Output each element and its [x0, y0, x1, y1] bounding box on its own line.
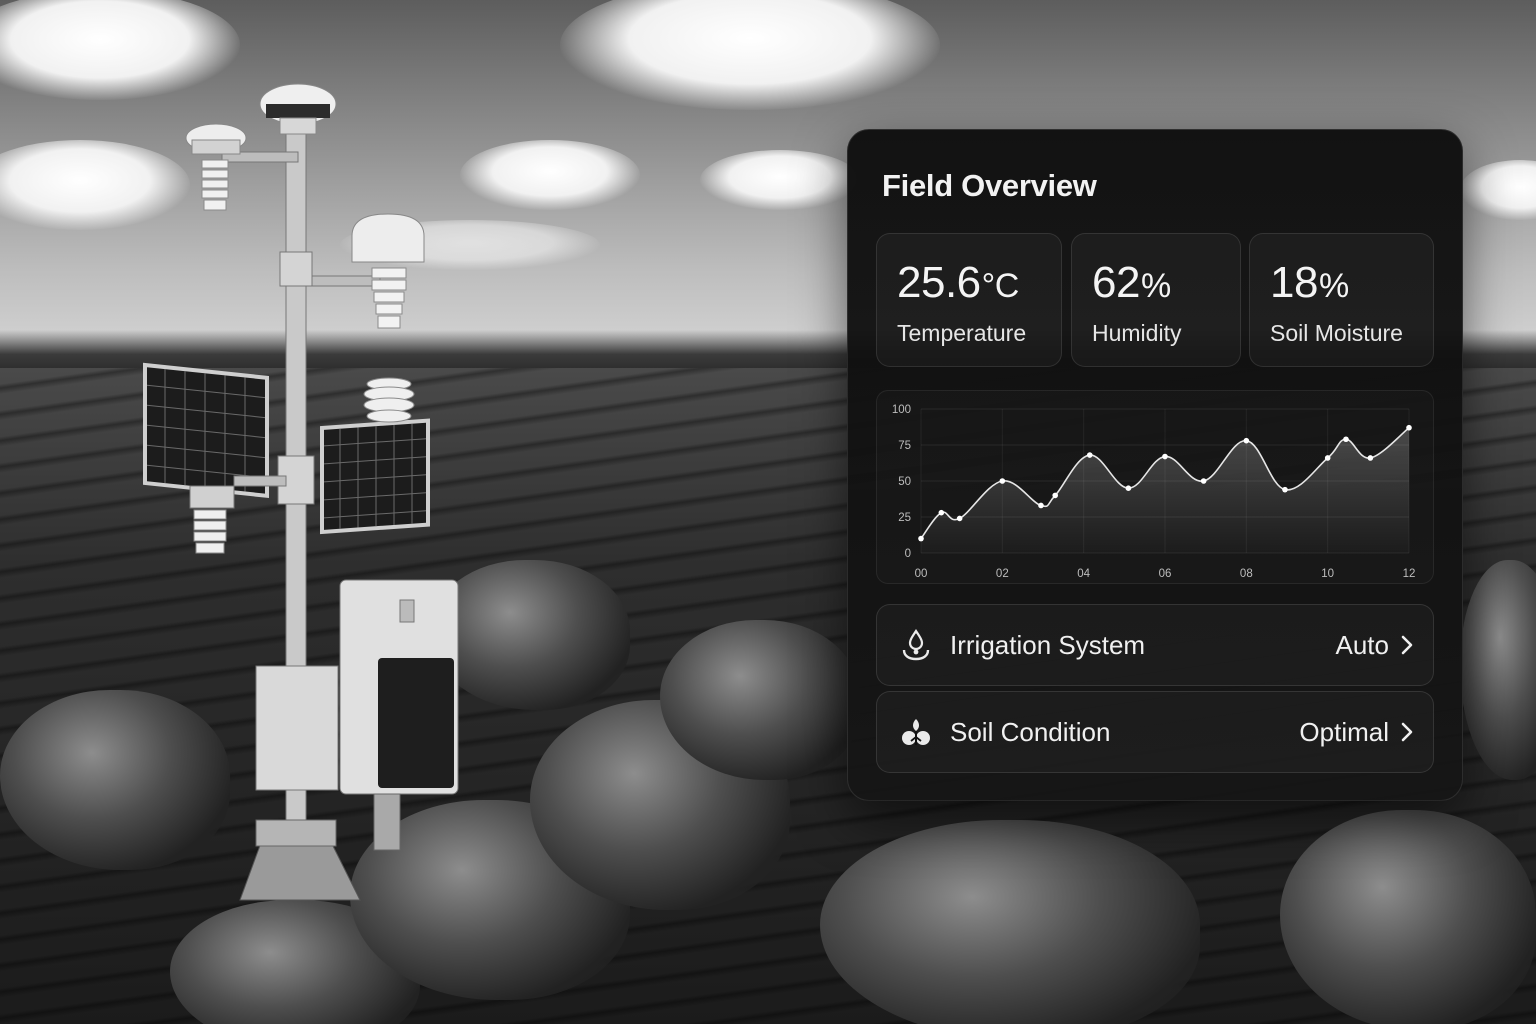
irrigation-system-value: Auto [1335, 630, 1390, 660]
data-point [999, 478, 1006, 484]
data-point [1162, 453, 1168, 460]
data-point [1125, 485, 1132, 491]
field-overview-panel: Field Overview 25.6°C Temperature 62% Hu… [847, 129, 1463, 801]
data-point [1367, 455, 1374, 461]
soil-condition-row[interactable]: Soil Condition Optimal [876, 691, 1434, 773]
soil-moisture-unit: % [1318, 267, 1349, 305]
y-tick-label: 100 [892, 404, 911, 416]
x-tick-label: 04 [1077, 568, 1090, 580]
data-point [938, 509, 945, 516]
chevron-right-icon [1401, 635, 1413, 655]
humidity-value: 62% [1092, 258, 1171, 307]
irrigation-system-label: Irrigation System [950, 630, 1146, 660]
y-tick-label: 75 [898, 440, 911, 452]
data-point [1052, 492, 1058, 499]
soil-moisture-card[interactable]: 18% Soil Moisture [1249, 233, 1434, 367]
humidity-label: Humidity [1092, 320, 1182, 346]
temperature-unit: °C [981, 267, 1020, 305]
soil-moisture-value: 18% [1270, 258, 1349, 307]
data-point [1406, 424, 1412, 431]
x-tick-label: 12 [1403, 568, 1416, 580]
x-tick-label: 00 [915, 568, 928, 580]
x-tick-label: 06 [1159, 568, 1172, 580]
trend-chart: 0 25 50 75 100 00 02 04 06 08 10 12 [892, 404, 1416, 580]
data-point [1200, 478, 1207, 484]
temperature-card[interactable]: 25.6°C Temperature [876, 233, 1062, 367]
soil-condition-value: Optimal [1299, 717, 1389, 747]
x-tick-label: 10 [1321, 568, 1334, 580]
data-point [956, 515, 963, 522]
data-point [1086, 452, 1093, 458]
crop-plant [820, 820, 1200, 1024]
irrigation-system-row[interactable]: Irrigation System Auto [876, 604, 1434, 686]
soil-condition-label: Soil Condition [950, 717, 1111, 747]
y-tick-label: 25 [898, 512, 911, 524]
sprout-icon [902, 719, 930, 745]
y-tick-label: 50 [898, 476, 911, 488]
data-point [1282, 486, 1288, 493]
humidity-card[interactable]: 62% Humidity [1071, 233, 1241, 367]
irrigation-icon [902, 629, 930, 661]
trend-chart-card: 0 25 50 75 100 00 02 04 06 08 10 12 [876, 390, 1434, 584]
data-point [1324, 455, 1331, 461]
crop-plant [1280, 810, 1536, 1024]
panel-title: Field Overview [882, 168, 1097, 203]
temperature-label: Temperature [897, 320, 1027, 346]
data-point [918, 535, 924, 542]
temperature-value: 25.6°C [897, 258, 1020, 307]
x-tick-label: 02 [996, 568, 1009, 580]
data-point [1038, 502, 1044, 509]
x-tick-label: 08 [1240, 568, 1253, 580]
soil-moisture-label: Soil Moisture [1270, 320, 1403, 346]
data-point [1343, 436, 1349, 443]
data-point [1243, 437, 1250, 444]
cloud [700, 150, 860, 210]
humidity-unit: % [1140, 267, 1171, 305]
chevron-right-icon [1401, 722, 1413, 742]
weather-station [143, 83, 459, 901]
y-tick-label: 0 [905, 548, 911, 560]
